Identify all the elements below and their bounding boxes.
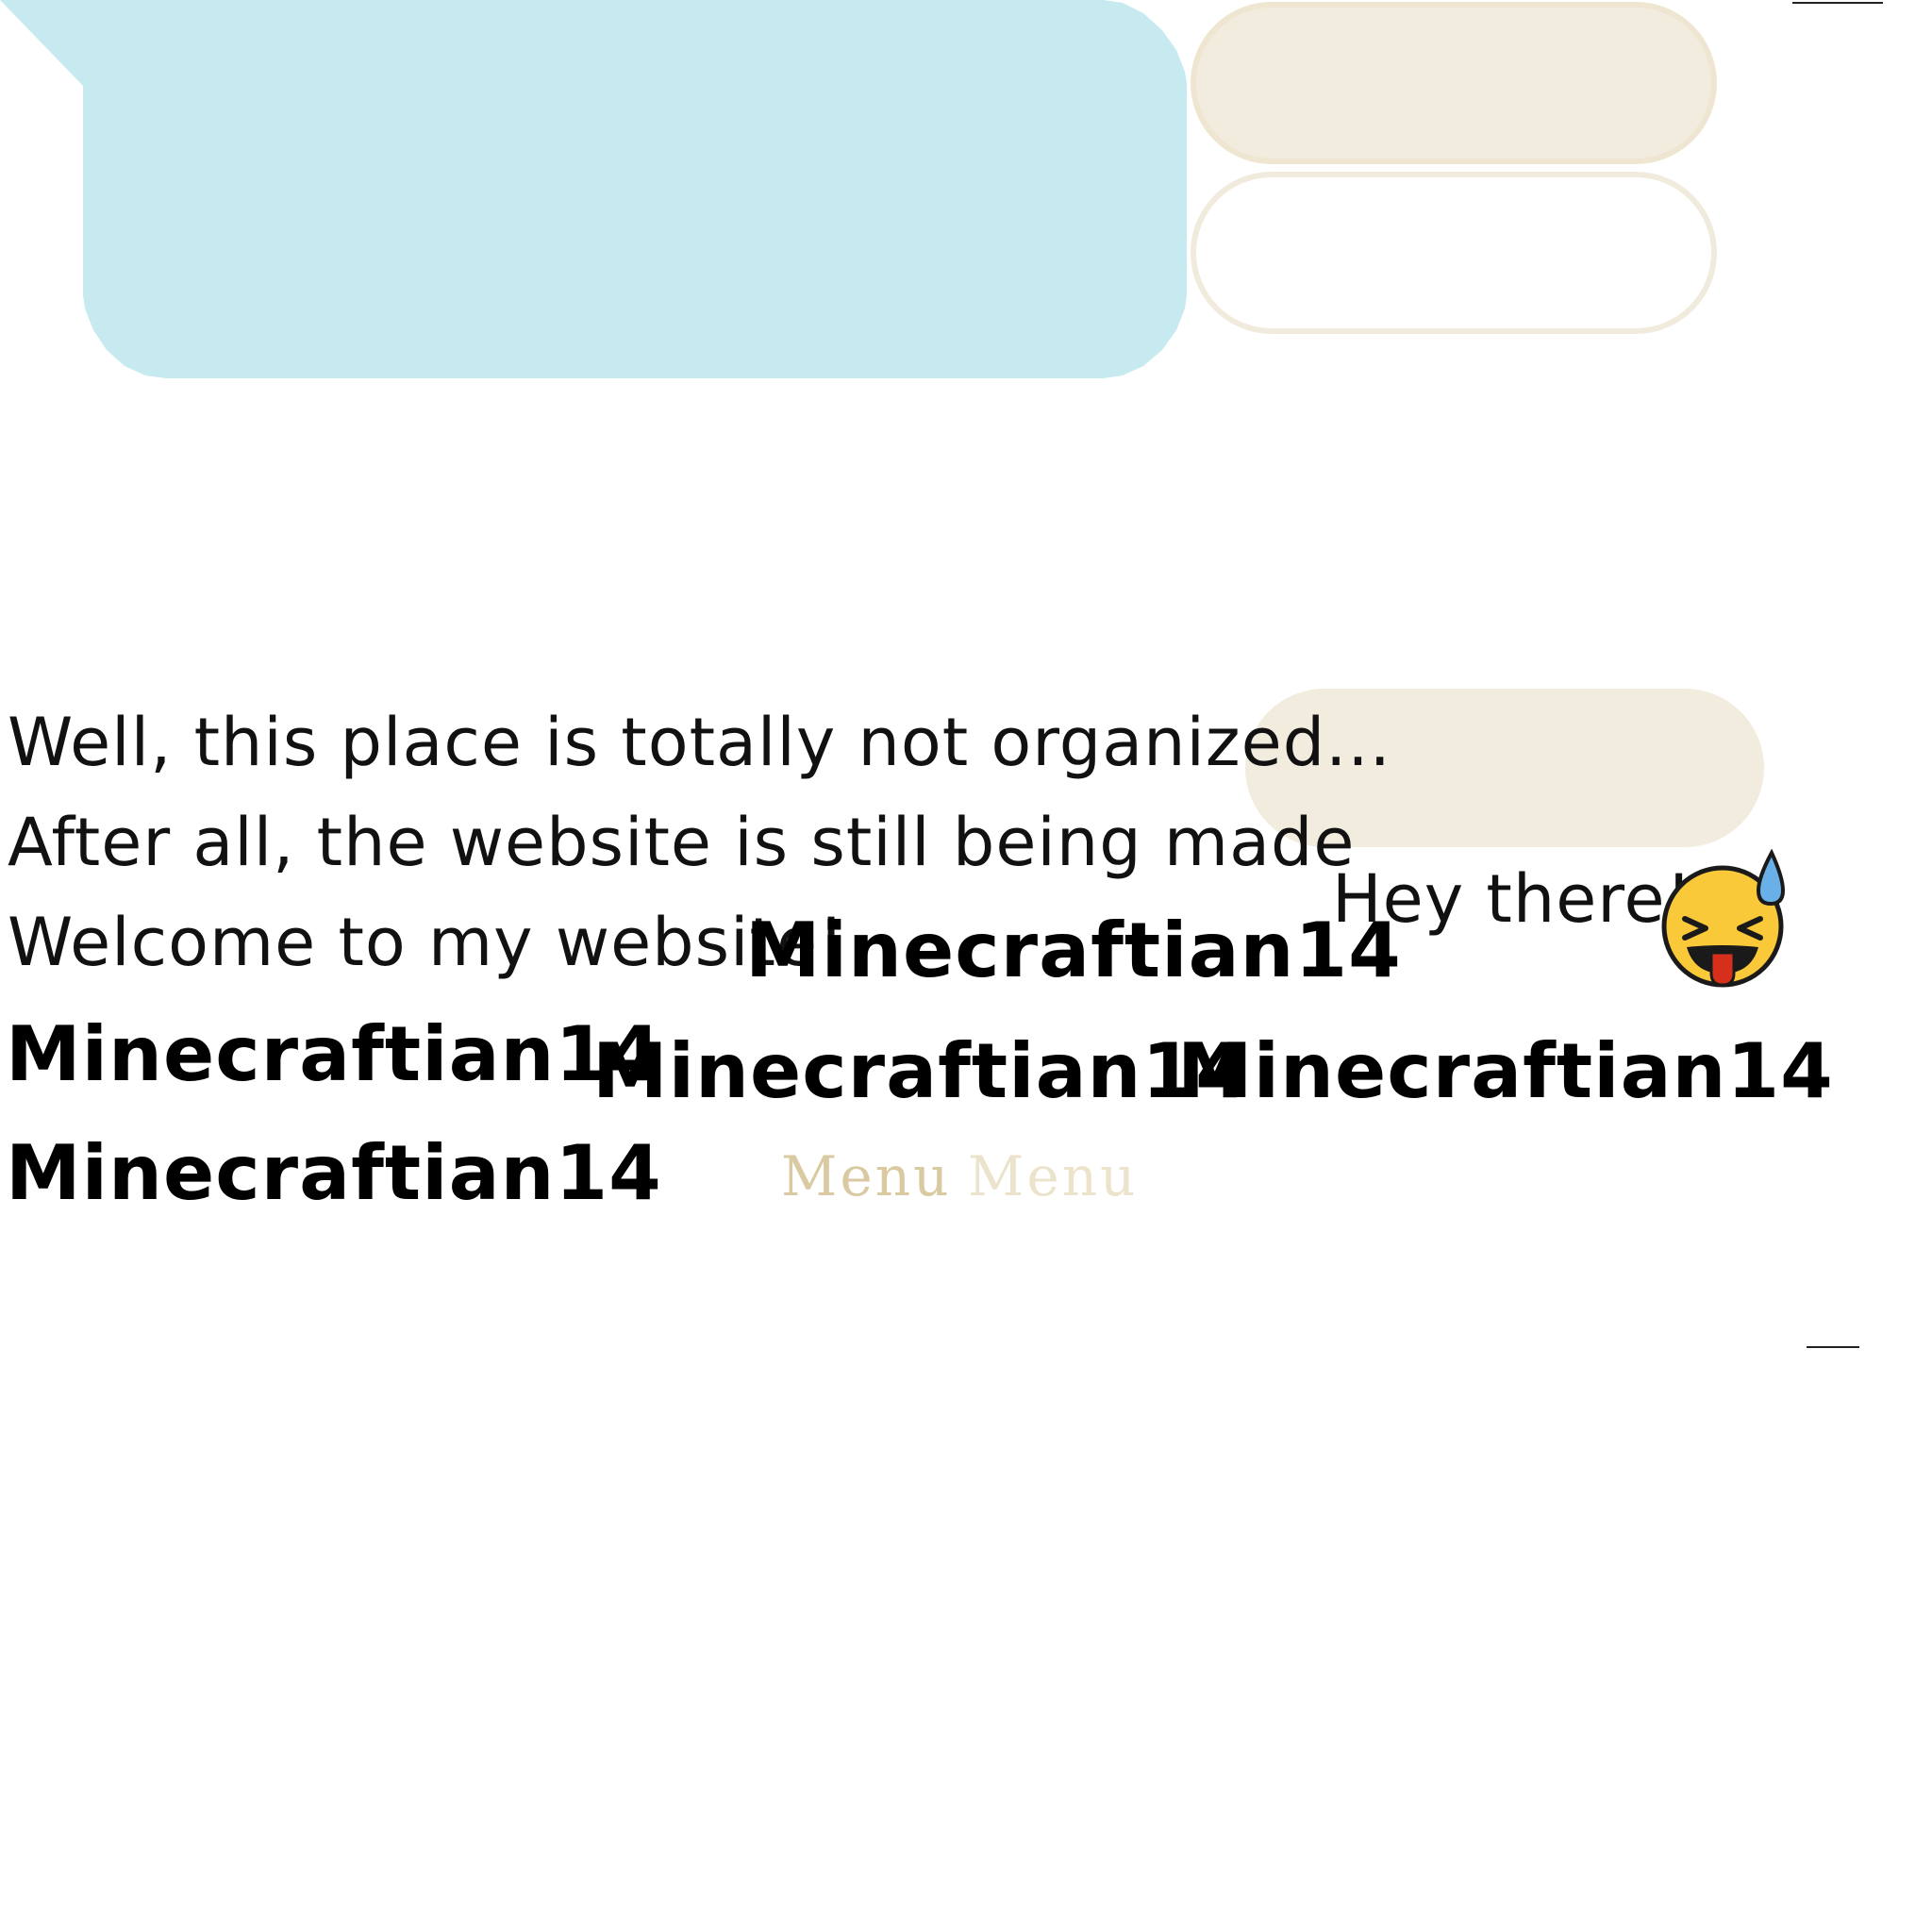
top-right-divider	[1792, 2, 1883, 4]
username-label: Minecraftian14	[745, 907, 1402, 994]
username-label: Minecraftian14	[592, 1027, 1249, 1115]
right-divider	[1807, 1346, 1859, 1348]
greeting-text: Hey there!	[1332, 860, 1693, 938]
username-label: Minecraftian14	[1177, 1027, 1834, 1115]
squinting-face-with-tongue-and-sweat-icon	[1660, 848, 1792, 991]
menu-button-secondary[interactable]: Menu	[968, 1149, 1138, 1204]
menu-button[interactable]: Menu	[781, 1149, 951, 1204]
username-label: Minecraftian14	[6, 1129, 662, 1217]
top-pill-button[interactable]	[1191, 2, 1717, 164]
intro-line-2: After all, the website is still being ma…	[8, 804, 1356, 881]
top-blue-panel	[0, 0, 1187, 378]
welcome-line: Welcome to my website!	[8, 904, 846, 981]
outlined-pill-button[interactable]	[1191, 172, 1717, 334]
intro-line-1: Well, this place is totally not organize…	[8, 704, 1391, 781]
username-label: Minecraftian14	[6, 1010, 662, 1098]
